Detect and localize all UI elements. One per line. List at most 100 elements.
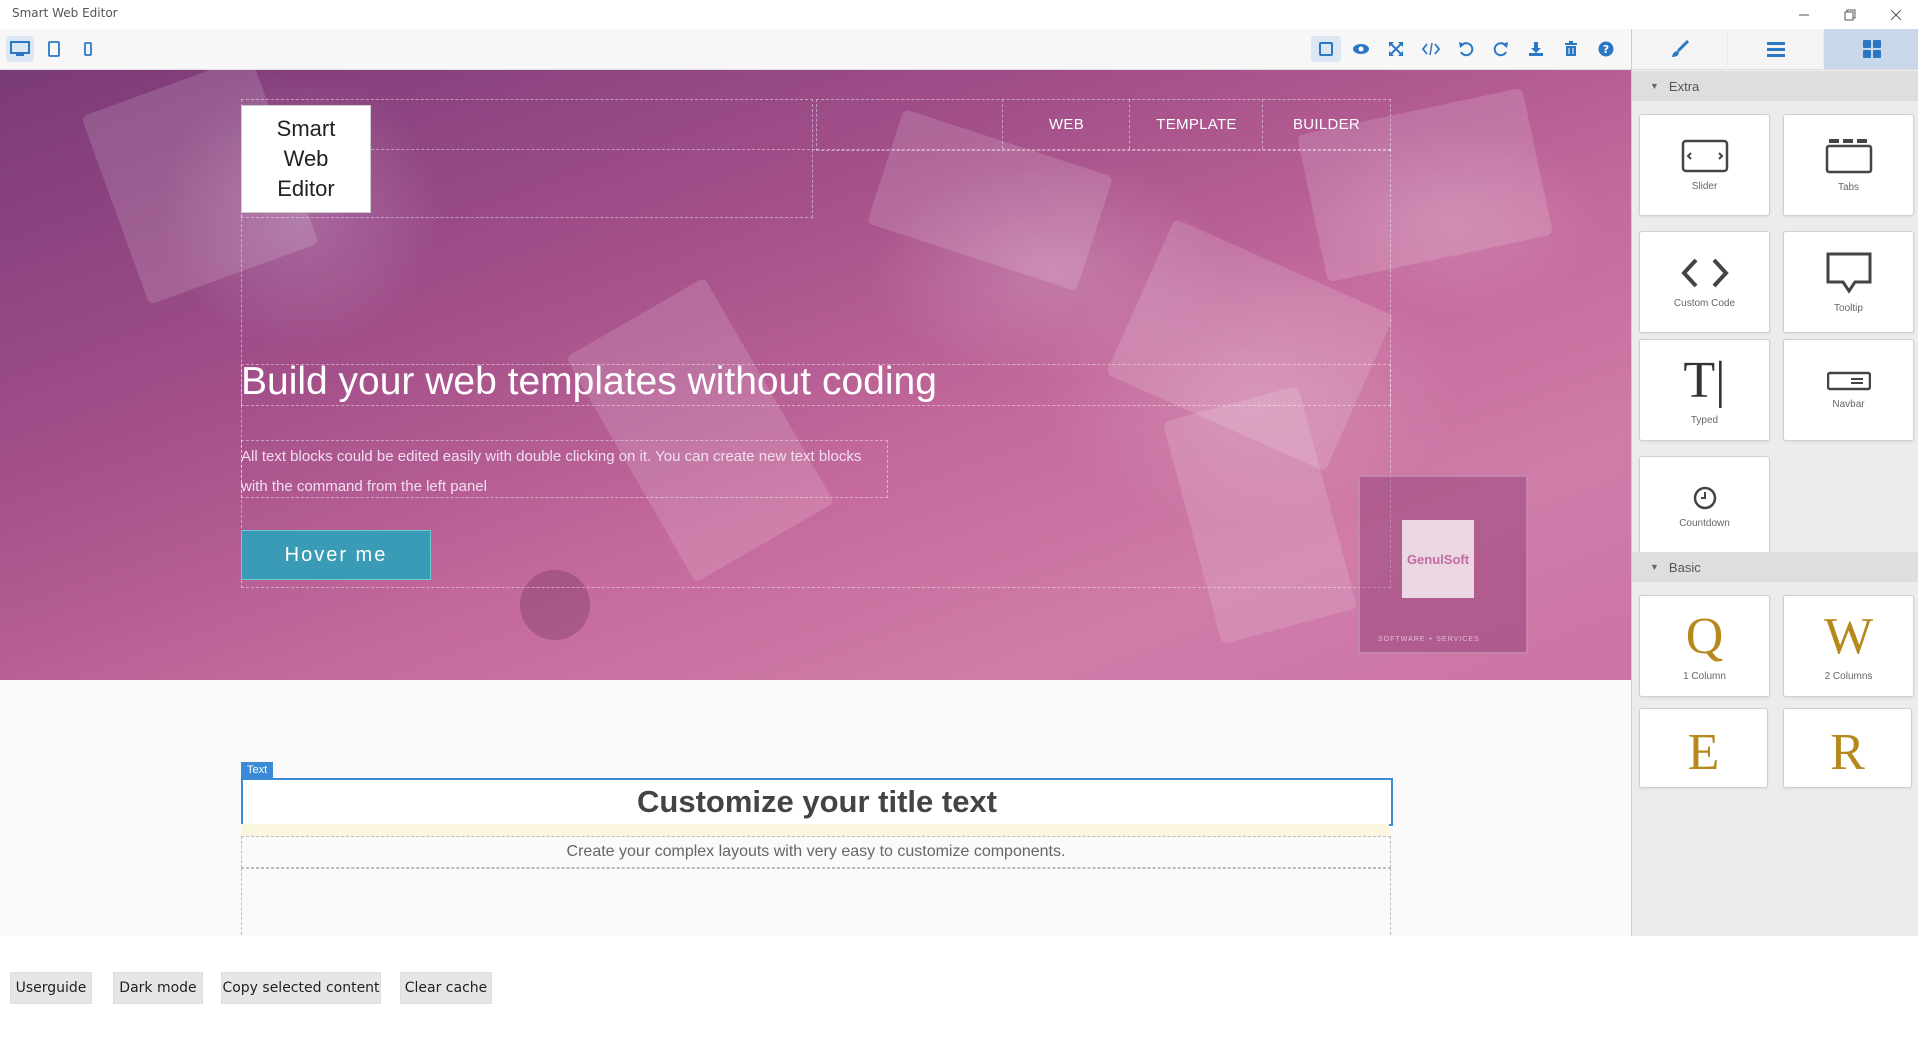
fullscreen-button[interactable] (1381, 36, 1411, 62)
userguide-button[interactable]: Userguide (10, 972, 92, 1004)
logo-line-2: Web (283, 146, 329, 171)
section-content-area[interactable] (241, 868, 1391, 936)
block-label: Countdown (1679, 517, 1730, 529)
block-1-column[interactable]: Q 1 Column (1639, 595, 1770, 697)
restore-button[interactable] (1828, 0, 1872, 29)
block-tabs[interactable]: Tabs (1783, 114, 1914, 216)
site-logo[interactable]: Smart Web Editor (241, 105, 371, 213)
device-tablet-button[interactable] (40, 36, 68, 62)
nav-item-builder[interactable]: BUILDER (1262, 99, 1390, 149)
device-mobile-button[interactable] (74, 36, 102, 62)
block-typed[interactable]: T| Typed (1639, 339, 1770, 441)
section-title[interactable]: Customize your title text (241, 778, 1393, 826)
block-countdown[interactable]: Countdown (1639, 456, 1770, 558)
expand-icon (1389, 42, 1403, 56)
delete-button[interactable] (1556, 36, 1586, 62)
grid-icon (1862, 40, 1881, 58)
restore-icon (1844, 9, 1856, 20)
download-button[interactable] (1521, 36, 1551, 62)
logo-line-1: Smart (276, 116, 336, 141)
block-label: 2 Columns (1824, 670, 1873, 682)
block-label: Tooltip (1834, 302, 1863, 314)
tablet-icon (48, 41, 60, 57)
blocks-panel: ▼ Extra Slider Tabs Custom Code Tooltip … (1631, 29, 1918, 936)
block-2-columns[interactable]: W 2 Columns (1783, 595, 1914, 697)
slider-icon (1681, 139, 1728, 172)
genulsoft-caption: SOFTWARE + SERVICES (1378, 636, 1480, 643)
hero-section[interactable]: Smart Web Editor WEB TEMPLATE BUILDER Bu… (0, 70, 1631, 680)
nav-item-template[interactable]: TEMPLATE (1129, 99, 1263, 149)
block-label: Slider (1691, 180, 1718, 192)
column-4-icon: R (1830, 724, 1865, 781)
block-label: Tabs (1837, 181, 1860, 193)
tooltip-icon (1826, 252, 1871, 294)
bottom-bar: Userguide Dark mode Copy selected conten… (0, 936, 1918, 1039)
toggle-borders-button[interactable] (1311, 36, 1341, 62)
code-icon (1422, 42, 1440, 56)
clear-cache-button[interactable]: Clear cache (400, 972, 492, 1004)
block-r[interactable]: R (1783, 708, 1912, 788)
download-icon (1529, 42, 1543, 56)
svg-text:?: ? (1603, 43, 1609, 56)
block-label: 1 Column (1683, 670, 1726, 682)
block-label: Navbar (1832, 398, 1865, 410)
undo-button[interactable] (1451, 36, 1481, 62)
block-label: Typed (1690, 414, 1719, 426)
minimize-icon (1799, 14, 1809, 15)
block-e[interactable]: E (1639, 708, 1768, 788)
column-2-icon: W (1823, 607, 1874, 665)
hover-me-button[interactable]: Hover me (241, 530, 431, 580)
category-basic-label: Basic (1668, 559, 1701, 575)
tabs-icon (1825, 138, 1872, 173)
minimize-button[interactable] (1782, 0, 1826, 29)
nav-item-web[interactable]: WEB (1002, 99, 1130, 149)
column-1-icon: Q (1685, 607, 1724, 665)
mobile-icon (84, 42, 92, 56)
tab-layer-manager[interactable] (1728, 29, 1823, 70)
undo-icon (1459, 42, 1474, 57)
redo-icon (1493, 42, 1508, 57)
title-bar: Smart Web Editor (0, 0, 1918, 29)
redo-button[interactable] (1486, 36, 1516, 62)
help-button[interactable]: ? (1591, 36, 1621, 62)
block-navbar[interactable]: Navbar (1783, 339, 1914, 441)
section-subtitle[interactable]: Create your complex layouts with very ea… (241, 836, 1391, 868)
code-brackets-icon (1680, 258, 1729, 287)
paint-brush-icon (1671, 39, 1689, 57)
tab-style-manager[interactable] (1632, 29, 1727, 70)
device-desktop-button[interactable] (6, 36, 34, 62)
block-label: Custom Code (1673, 297, 1736, 309)
preview-button[interactable] (1346, 36, 1376, 62)
typed-icon: T| (1683, 351, 1726, 409)
desktop-icon (10, 41, 30, 56)
editor-canvas[interactable]: Smart Web Editor WEB TEMPLATE BUILDER Bu… (0, 70, 1632, 936)
tab-blocks[interactable] (1824, 29, 1918, 70)
section-spacer (241, 824, 1389, 836)
caret-down-icon: ▼ (1650, 562, 1659, 572)
square-outline-icon (1319, 42, 1333, 56)
clock-icon (1693, 486, 1716, 509)
window-title: Smart Web Editor (12, 6, 118, 20)
navbar-icon (1826, 371, 1871, 390)
trash-icon (1565, 41, 1577, 56)
selected-component-label: Text (241, 762, 274, 778)
copy-selected-content-button[interactable]: Copy selected content (221, 972, 381, 1004)
hero-title[interactable]: Build your web templates without coding (241, 360, 937, 404)
dark-mode-button[interactable]: Dark mode (113, 972, 203, 1004)
block-slider[interactable]: Slider (1639, 114, 1770, 216)
close-button[interactable] (1874, 0, 1918, 29)
logo-line-3: Editor (277, 176, 335, 201)
question-icon: ? (1598, 41, 1614, 57)
caret-down-icon: ▼ (1650, 81, 1659, 91)
category-extra[interactable]: ▼ Extra (1632, 71, 1918, 101)
block-tooltip[interactable]: Tooltip (1783, 231, 1914, 333)
code-view-button[interactable] (1416, 36, 1446, 62)
block-custom-code[interactable]: Custom Code (1639, 231, 1770, 333)
category-extra-label: Extra (1668, 78, 1700, 94)
column-3-icon: E (1687, 724, 1720, 781)
genulsoft-logo: GenulSoft (1402, 520, 1474, 598)
bars-icon (1766, 42, 1785, 57)
hero-description[interactable]: All text blocks could be edited easily w… (241, 442, 881, 502)
category-basic[interactable]: ▼ Basic (1632, 552, 1918, 582)
eye-icon (1353, 44, 1369, 54)
